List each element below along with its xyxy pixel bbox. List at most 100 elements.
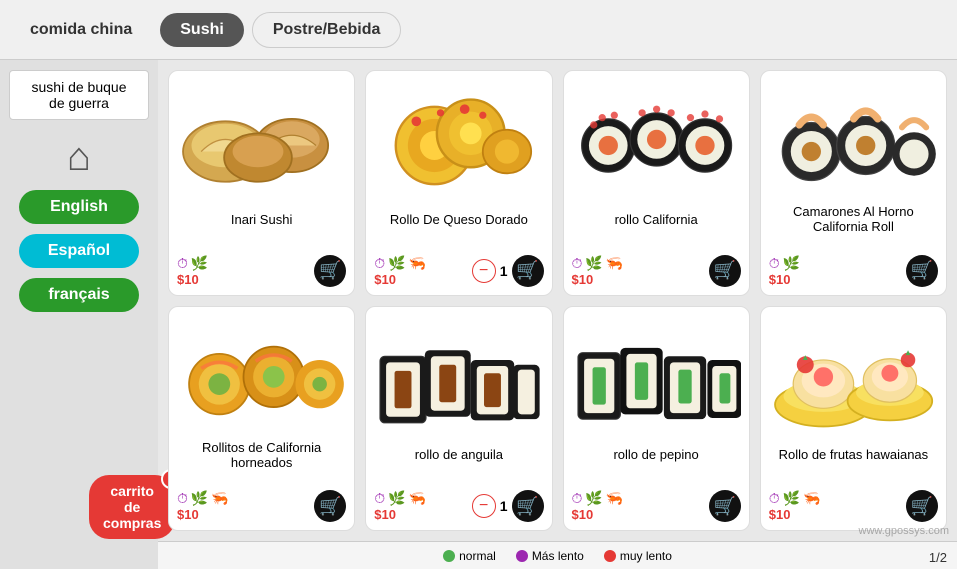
food-bottom-rollitos: ⏱ 🌿 🦐 $10 🛒 bbox=[177, 490, 346, 522]
leaf-icon: 🌿 bbox=[585, 490, 602, 507]
leaf-icon: 🌿 bbox=[191, 490, 208, 507]
food-card-anguila: rollo de anguila ⏱ 🌿 🦐 $10 − 1 🛒 bbox=[365, 306, 552, 532]
add-to-cart-btn-shrimp[interactable]: 🛒 bbox=[906, 255, 938, 287]
watermark: www.gpossys.com bbox=[859, 525, 949, 537]
food-icons-shrimp: ⏱ 🌿 bbox=[769, 255, 800, 272]
qty-controls-golden: − 1 bbox=[472, 259, 508, 283]
food-price-rollitos: $10 bbox=[177, 507, 229, 522]
legend-slower: Más lento bbox=[516, 549, 584, 563]
lang-french-button[interactable]: français bbox=[19, 278, 139, 312]
food-left-pepino: ⏱ 🌿 🦐 $10 bbox=[572, 490, 624, 522]
food-name-anguila: rollo de anguila bbox=[415, 439, 503, 471]
legend-normal-dot bbox=[443, 550, 455, 562]
qty-controls-anguila: − 1 bbox=[472, 494, 508, 518]
food-icons-rollitos: ⏱ 🌿 🦐 bbox=[177, 490, 229, 507]
timer-icon: ⏱ bbox=[374, 255, 385, 272]
add-to-cart-btn-inari[interactable]: 🛒 bbox=[314, 255, 346, 287]
food-bottom-pepino: ⏱ 🌿 🦐 $10 🛒 bbox=[572, 490, 741, 522]
shrimp-icon: 🦐 bbox=[606, 490, 623, 507]
leaf-icon: 🌿 bbox=[783, 490, 800, 507]
food-icons-pepino: ⏱ 🌿 🦐 bbox=[572, 490, 624, 507]
food-icons-anguila: ⏱ 🌿 🦐 bbox=[374, 490, 426, 507]
add-to-cart-btn-california[interactable]: 🛒 bbox=[709, 255, 741, 287]
leaf-icon: 🌿 bbox=[388, 255, 405, 272]
legend-slower-dot bbox=[516, 550, 528, 562]
food-image-shrimp bbox=[769, 79, 938, 199]
food-bottom-shrimp: ⏱ 🌿 $10 🛒 bbox=[769, 255, 938, 287]
food-left-golden: ⏱ 🌿 🦐 $10 bbox=[374, 255, 426, 287]
food-price-california: $10 bbox=[572, 272, 624, 287]
food-price-anguila: $10 bbox=[374, 507, 426, 522]
food-name-inari: Inari Sushi bbox=[231, 203, 292, 235]
add-to-cart-btn-hawaianas[interactable]: 🛒 bbox=[906, 490, 938, 522]
home-icon[interactable]: ⌂ bbox=[67, 135, 91, 180]
timer-icon: ⏱ bbox=[177, 255, 188, 272]
food-controls-hawaianas: 🛒 bbox=[906, 490, 938, 522]
food-card-inari: Inari Sushi ⏱ 🌿 $10 🛒 bbox=[168, 70, 355, 296]
add-to-cart-btn-pepino[interactable]: 🛒 bbox=[709, 490, 741, 522]
timer-icon: ⏱ bbox=[177, 490, 188, 507]
leaf-icon: 🌿 bbox=[783, 255, 800, 272]
qty-display-golden: 1 bbox=[500, 263, 508, 279]
lang-english-button[interactable]: English bbox=[19, 190, 139, 224]
food-controls-pepino: 🛒 bbox=[709, 490, 741, 522]
tab-comida-china[interactable]: comida china bbox=[10, 13, 152, 47]
lang-spanish-button[interactable]: Español bbox=[19, 234, 139, 268]
add-to-cart-btn-rollitos[interactable]: 🛒 bbox=[314, 490, 346, 522]
food-controls-inari: 🛒 bbox=[314, 255, 346, 287]
food-card-rollitos: Rollitos de California horneados ⏱ 🌿 🦐 $… bbox=[168, 306, 355, 532]
food-name-pepino: rollo de pepino bbox=[613, 439, 698, 471]
food-card-pepino: rollo de pepino ⏱ 🌿 🦐 $10 🛒 bbox=[563, 306, 750, 532]
food-price-inari: $10 bbox=[177, 272, 208, 287]
sidebar: sushi de buque de guerra ⌂ English Españ… bbox=[0, 60, 158, 569]
main-content: Inari Sushi ⏱ 🌿 $10 🛒 Rollo De Queso Dor… bbox=[158, 60, 957, 541]
food-image-inari bbox=[177, 79, 346, 199]
food-bottom-anguila: ⏱ 🌿 🦐 $10 − 1 🛒 bbox=[374, 490, 543, 522]
legend-normal: normal bbox=[443, 549, 496, 563]
leaf-icon: 🌿 bbox=[388, 490, 405, 507]
timer-icon: ⏱ bbox=[374, 490, 385, 507]
tab-postre[interactable]: Postre/Bebida bbox=[252, 12, 402, 48]
food-image-pepino bbox=[572, 315, 741, 435]
food-left-shrimp: ⏱ 🌿 $10 bbox=[769, 255, 800, 287]
legend-slower-label: Más lento bbox=[532, 549, 584, 563]
add-to-cart-btn-golden[interactable]: 🛒 bbox=[512, 255, 544, 287]
food-card-hawaianas: Rollo de frutas hawaianas ⏱ 🌿 🦐 $10 🛒 bbox=[760, 306, 947, 532]
leaf-icon: 🌿 bbox=[585, 255, 602, 272]
legend-very-slow-dot bbox=[604, 550, 616, 562]
food-left-inari: ⏱ 🌿 $10 bbox=[177, 255, 208, 287]
food-price-hawaianas: $10 bbox=[769, 507, 821, 522]
food-bottom-inari: ⏱ 🌿 $10 🛒 bbox=[177, 255, 346, 287]
add-to-cart-btn-anguila[interactable]: 🛒 bbox=[512, 490, 544, 522]
legend-very-slow-label: muy lento bbox=[620, 549, 672, 563]
shrimp-icon: 🦐 bbox=[803, 490, 820, 507]
food-left-hawaianas: ⏱ 🌿 🦐 $10 bbox=[769, 490, 821, 522]
tab-sushi[interactable]: Sushi bbox=[160, 13, 244, 47]
food-image-california bbox=[572, 79, 741, 199]
food-name-hawaianas: Rollo de frutas hawaianas bbox=[779, 439, 929, 471]
food-name-shrimp: Camarones Al Horno California Roll bbox=[769, 203, 938, 235]
food-icons-california: ⏱ 🌿 🦐 bbox=[572, 255, 624, 272]
food-controls-shrimp: 🛒 bbox=[906, 255, 938, 287]
sidebar-submenu[interactable]: sushi de buque de guerra bbox=[9, 70, 149, 120]
decrement-btn-anguila[interactable]: − bbox=[472, 494, 496, 518]
food-icons-inari: ⏱ 🌿 bbox=[177, 255, 208, 272]
leaf-icon: 🌿 bbox=[191, 255, 208, 272]
food-image-hawaianas bbox=[769, 315, 938, 435]
food-controls-golden: − 1 🛒 bbox=[472, 255, 544, 287]
decrement-btn-golden[interactable]: − bbox=[472, 259, 496, 283]
timer-icon: ⏱ bbox=[769, 490, 780, 507]
food-image-golden bbox=[374, 79, 543, 199]
top-nav: comida china Sushi Postre/Bebida bbox=[0, 0, 957, 60]
food-controls-california: 🛒 bbox=[709, 255, 741, 287]
timer-icon: ⏱ bbox=[769, 255, 780, 272]
food-price-pepino: $10 bbox=[572, 507, 624, 522]
food-price-shrimp: $10 bbox=[769, 272, 800, 287]
bottom-legend: normal Más lento muy lento bbox=[158, 541, 957, 569]
food-card-golden: Rollo De Queso Dorado ⏱ 🌿 🦐 $10 − 1 🛒 bbox=[365, 70, 552, 296]
pagination: 1/2 bbox=[929, 550, 947, 565]
food-bottom-california: ⏱ 🌿 🦐 $10 🛒 bbox=[572, 255, 741, 287]
shrimp-icon: 🦐 bbox=[409, 255, 426, 272]
food-controls-rollitos: 🛒 bbox=[314, 490, 346, 522]
food-image-rollitos bbox=[177, 315, 346, 435]
